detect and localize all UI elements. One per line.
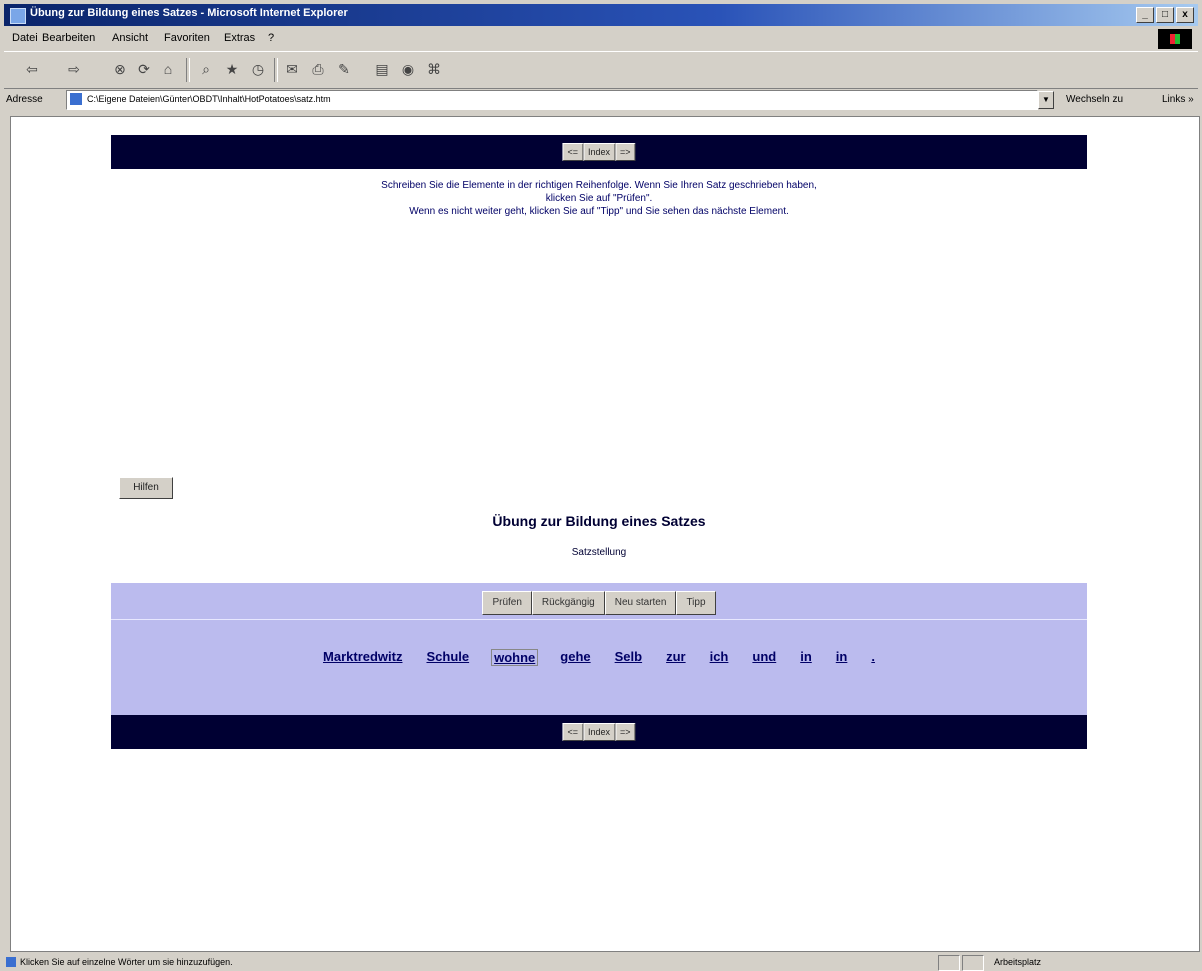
word-list: Marktredwitz Schule wohne gehe Selb zur …: [111, 649, 1087, 666]
instructions-line: Wenn es nicht weiter geht, klicken Sie a…: [409, 206, 789, 217]
maximize-button[interactable]: □: [1156, 7, 1174, 23]
menu-bar: Datei Bearbeiten Ansicht Favoriten Extra…: [4, 28, 1198, 50]
messenger-icon[interactable]: ◉: [398, 60, 418, 78]
back-icon[interactable]: ⇦: [22, 60, 42, 78]
exercise-title: Übung zur Bildung eines Satzes: [492, 513, 706, 529]
word-item[interactable]: ich: [710, 649, 729, 666]
hint-button[interactable]: Tipp: [676, 591, 716, 615]
toolbar-separator: [274, 58, 278, 82]
instructions-line: Schreiben Sie die Elemente in der richti…: [381, 180, 817, 191]
help-button[interactable]: Hilfen: [119, 477, 173, 499]
word-item[interactable]: gehe: [560, 649, 590, 666]
word-item[interactable]: zur: [666, 649, 686, 666]
menu-ansicht[interactable]: Ansicht: [112, 32, 148, 44]
word-item[interactable]: Marktredwitz: [323, 649, 402, 666]
nav-prev-button[interactable]: <=: [562, 723, 583, 741]
research-icon[interactable]: ⌘: [424, 60, 444, 78]
forward-icon[interactable]: ⇨: [64, 60, 84, 78]
browser-window: Übung zur Bildung eines Satzes - Microso…: [0, 0, 1202, 971]
nav-next-button[interactable]: =>: [615, 143, 636, 161]
word-item[interactable]: in: [836, 649, 848, 666]
nav-next-button[interactable]: =>: [615, 723, 636, 741]
status-text: Klicken Sie auf einzelne Wörter um sie h…: [20, 957, 233, 967]
menu-help[interactable]: ?: [268, 32, 274, 44]
address-bar: Adresse C:\Eigene Dateien\Günter\OBDT\In…: [4, 88, 1198, 112]
page-viewport: <= Index => Schreiben Sie die Elemente i…: [10, 116, 1200, 952]
instructions-line: klicken Sie auf "Prüfen".: [545, 193, 653, 204]
address-url[interactable]: C:\Eigene Dateien\Günter\OBDT\Inhalt\Hot…: [87, 94, 331, 104]
page-icon: [70, 93, 82, 105]
search-icon[interactable]: ⌕: [196, 60, 216, 78]
exercise-panel: Prüfen Rückgängig Neu starten Tipp Markt…: [111, 583, 1087, 715]
mail-icon[interactable]: ✉: [282, 60, 302, 78]
nav-prev-button[interactable]: <=: [562, 143, 583, 161]
refresh-icon[interactable]: ⟳: [134, 60, 154, 78]
windows-logo-icon: [1158, 29, 1192, 49]
exercise-subtitle: Satzstellung: [571, 547, 627, 558]
toolbar-separator: [186, 58, 190, 82]
home-icon[interactable]: ⌂: [158, 60, 178, 78]
ie-icon: [10, 8, 26, 24]
address-field[interactable]: C:\Eigene Dateien\Günter\OBDT\Inhalt\Hot…: [66, 90, 1038, 110]
word-item[interactable]: wohne: [491, 649, 539, 666]
word-item[interactable]: in: [800, 649, 812, 666]
security-zone: Arbeitsplatz: [994, 957, 1042, 967]
undo-button[interactable]: Rückgängig: [531, 591, 605, 615]
word-item[interactable]: .: [871, 649, 875, 666]
links-button[interactable]: Links »: [1162, 94, 1194, 105]
status-pane: [962, 955, 984, 971]
check-button[interactable]: Prüfen: [482, 591, 532, 615]
window-title: Übung zur Bildung eines Satzes - Microso…: [30, 7, 348, 19]
restart-button[interactable]: Neu starten: [604, 591, 677, 615]
status-pane: [938, 955, 960, 971]
address-label: Adresse: [6, 94, 43, 105]
go-button[interactable]: Wechseln zu: [1066, 94, 1123, 105]
menu-bearbeiten[interactable]: Bearbeiten: [42, 32, 95, 44]
nav-bar-top: <= Index =>: [111, 135, 1087, 169]
menu-favoriten[interactable]: Favoriten: [164, 32, 210, 44]
menu-extras[interactable]: Extras: [224, 32, 255, 44]
status-bar: Klicken Sie auf einzelne Wörter um sie h…: [4, 954, 1198, 971]
edit-icon[interactable]: ✎: [334, 60, 354, 78]
discuss-icon[interactable]: ▤: [372, 60, 392, 78]
nav-bar-bottom: <= Index =>: [111, 715, 1087, 749]
toolbar: ⇦ ⇨ ⊗ ⟳ ⌂ ⌕ ★ ◷ ✉ ⎙ ✎ ▤ ◉ ⌘: [4, 51, 1198, 89]
minimize-button[interactable]: _: [1136, 7, 1154, 23]
favorites-icon[interactable]: ★: [222, 60, 242, 78]
print-icon[interactable]: ⎙: [308, 60, 328, 78]
page-status-icon: [6, 957, 16, 967]
instructions: Schreiben Sie die Elemente in der richti…: [111, 179, 1087, 218]
history-icon[interactable]: ◷: [248, 60, 268, 78]
title-bar: Übung zur Bildung eines Satzes - Microso…: [4, 4, 1198, 26]
stop-icon[interactable]: ⊗: [110, 60, 130, 78]
word-item[interactable]: Schule: [426, 649, 469, 666]
menu-datei[interactable]: Datei: [12, 32, 38, 44]
word-item[interactable]: Selb: [615, 649, 642, 666]
nav-index-button[interactable]: Index: [582, 143, 616, 161]
word-item[interactable]: und: [752, 649, 776, 666]
divider: [111, 619, 1087, 620]
nav-index-button[interactable]: Index: [582, 723, 616, 741]
address-dropdown-icon[interactable]: ▼: [1038, 91, 1054, 109]
close-button[interactable]: x: [1176, 7, 1194, 23]
